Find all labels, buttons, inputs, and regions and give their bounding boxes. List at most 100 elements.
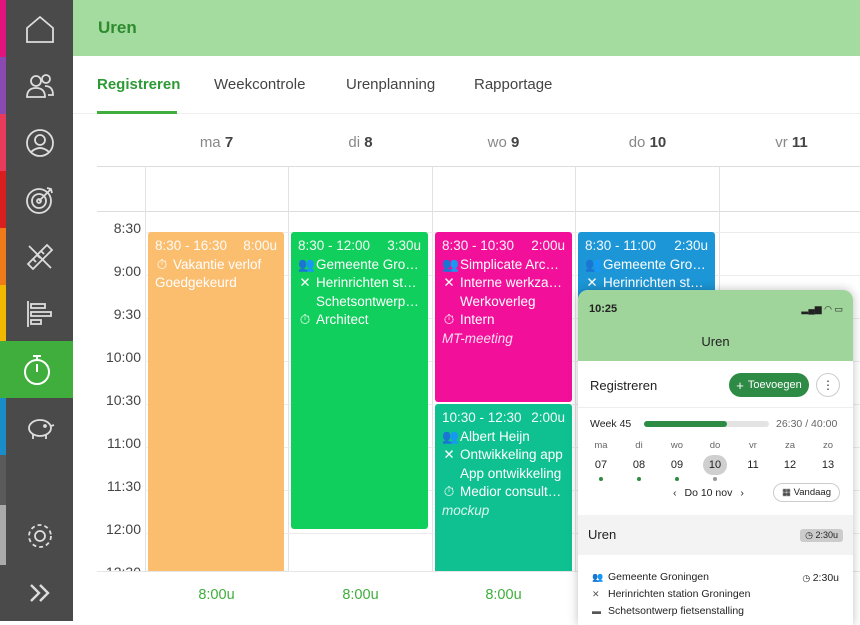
tools-icon: ✕ (443, 447, 455, 462)
sidebar-item-hours[interactable] (0, 341, 73, 398)
mobile-header: 10:25 ▂▄▆ ◠ ▭ Uren (578, 290, 853, 361)
profile-icon (25, 128, 54, 157)
sidebar-item-relations[interactable] (6, 57, 73, 114)
page-title: Uren (98, 18, 137, 37)
sidebar (0, 0, 73, 621)
column-divider (432, 166, 433, 571)
mobile-title: Uren (701, 334, 730, 349)
divider (578, 407, 853, 408)
chevron-right-icon[interactable]: › (740, 487, 744, 499)
day-header: di 8 (348, 134, 373, 151)
today-button[interactable]: ▦ Vandaag (773, 483, 840, 502)
time-label: 12:00 (105, 521, 141, 537)
stopwatch-icon: ⏱ (443, 484, 455, 499)
day-picker-item[interactable]: za 12 (778, 440, 802, 475)
stopwatch-icon (23, 354, 50, 385)
day-total: 8:00u (342, 587, 379, 603)
calendar-event[interactable]: 8:30 - 12:003:30u 👥Gemeente Groningen ✕H… (291, 232, 428, 529)
settings-icon (27, 523, 52, 548)
date-navigator: ‹ Do 10 nov › (673, 487, 744, 499)
day-picker-item[interactable]: zo 13 (816, 440, 840, 475)
all-day-row[interactable] (97, 166, 860, 212)
entry-task[interactable]: ▬ Schetsontwerp fietsenstalling (592, 605, 744, 617)
day-picker-item[interactable]: di 08 (627, 440, 651, 481)
tab-weekcontrole[interactable]: Weekcontrole (214, 76, 305, 93)
column-divider (145, 166, 146, 571)
sidebar-item-expand[interactable] (6, 564, 73, 621)
time-label: 9:30 (113, 306, 141, 322)
column-divider (575, 166, 576, 571)
chevron-left-icon[interactable]: ‹ (673, 487, 677, 499)
entry-project[interactable]: ✕ Herinrichten station Groningen (592, 588, 750, 600)
calendar-event[interactable]: 8:30 - 10:302:00u 👥Simplicate Architect … (435, 232, 572, 402)
sidebar-item-home[interactable] (6, 0, 73, 57)
calendar-event[interactable]: 10:30 - 12:30 2:00u 👥Albert Heijn ✕ Ontwik… (435, 404, 572, 577)
sidebar-item-goals[interactable] (6, 171, 73, 228)
tools-icon: ✕ (592, 589, 600, 599)
stopwatch-icon: ⏱ (443, 312, 455, 327)
stopwatch-icon: ⏱ (299, 312, 311, 327)
users-icon (25, 73, 54, 98)
users-icon: 👥 (592, 572, 604, 582)
tab-registreren[interactable]: Registreren (97, 76, 180, 93)
piggybank-icon (27, 418, 54, 439)
day-header: wo 9 (487, 134, 520, 151)
target-icon (25, 186, 53, 214)
time-label: 11:00 (107, 435, 141, 451)
week-progress-fill (644, 421, 727, 427)
mobile-status-time: 10:25 (589, 303, 618, 315)
day-header: do 10 (628, 134, 667, 151)
day-picker-item[interactable]: ma 07 (589, 440, 613, 481)
tools-icon (26, 243, 53, 270)
day-header: vr 11 (775, 134, 808, 151)
signal-wifi-battery-icon: ▂▄▆ ◠ ▭ (801, 304, 843, 314)
stopwatch-icon: ⏱ (156, 256, 168, 272)
color-stripe (0, 455, 6, 505)
time-label: 8:30 (113, 220, 141, 236)
add-entry-button[interactable]: + Toevoegen (729, 373, 809, 397)
more-options-button[interactable]: ⋮ (816, 373, 840, 397)
sidebar-item-planning[interactable] (6, 285, 73, 342)
hours-heading: Uren (588, 527, 617, 542)
calendar-icon: ▦ (782, 487, 794, 498)
time-label: 9:00 (113, 263, 141, 279)
tools-icon: ✕ (299, 275, 311, 290)
week-hours: 26:30 / 40:00 (776, 418, 838, 430)
calendar-event[interactable]: 8:30 - 16:30 8:00u ⏱ Vakantie verlof Goedg… (148, 232, 284, 577)
sidebar-item-settings[interactable] (6, 507, 73, 564)
clock-icon: ◷ (805, 530, 816, 540)
users-icon: 👥 (442, 428, 459, 444)
day-total: 8:00u (198, 587, 235, 603)
time-label: 10:00 (105, 349, 141, 365)
sidebar-item-finance[interactable] (6, 398, 73, 455)
day-picker-item[interactable]: wo 09 (665, 440, 689, 481)
users-icon: 👥 (298, 256, 315, 272)
users-icon: 👥 (442, 256, 459, 272)
tools-icon: ✕ (443, 275, 455, 290)
app-header: Uren (73, 0, 860, 56)
mobile-app-preview: 10:25 ▂▄▆ ◠ ▭ Uren Registreren + Toevoege… (578, 290, 853, 625)
time-label: 11:30 (107, 478, 141, 494)
week-label: Week 45 (590, 418, 632, 430)
day-picker-item[interactable]: vr 11 (741, 440, 765, 475)
entry-client[interactable]: 👥 Gemeente Groningen (592, 571, 709, 583)
tab-bar: Registreren Weekcontrole Urenplanning Ra… (73, 56, 860, 114)
plus-icon: + (736, 377, 744, 393)
tab-urenplanning[interactable]: Urenplanning (346, 76, 435, 93)
day-header: ma 7 (199, 134, 234, 151)
day-total: 8:00u (485, 587, 522, 603)
expand-icon (29, 583, 50, 602)
mobile-register-heading: Registreren (590, 378, 658, 393)
task-icon: ▬ (592, 606, 601, 616)
column-divider (288, 166, 289, 571)
home-icon (25, 15, 54, 43)
sidebar-item-profile[interactable] (6, 114, 73, 171)
time-label: 10:30 (105, 392, 141, 408)
tab-rapportage[interactable]: Rapportage (474, 76, 552, 93)
week-progress-bar (644, 421, 769, 427)
entry-time: ◷ 2:30u (802, 572, 839, 584)
day-picker-item-selected[interactable]: do 10 (703, 440, 727, 481)
users-icon: 👥 (585, 256, 602, 272)
planning-icon (26, 300, 52, 327)
sidebar-item-projects[interactable] (6, 228, 73, 285)
